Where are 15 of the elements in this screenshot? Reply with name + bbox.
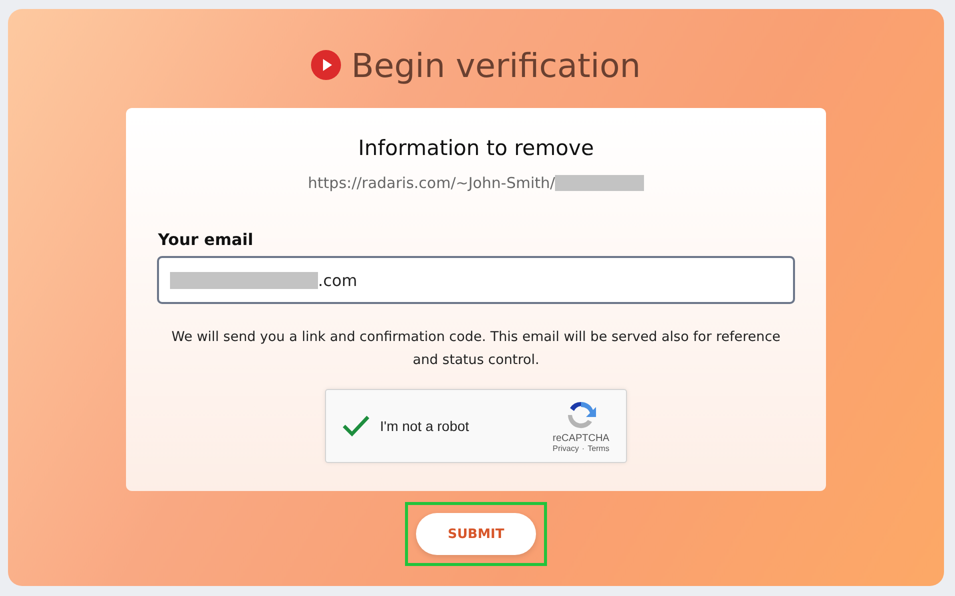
help-text: We will send you a link and confirmation code. This email will be served also for reference and status control. [171, 328, 781, 370]
play-icon [311, 50, 342, 80]
page-title: Begin verification [351, 46, 641, 84]
checkbox-label: I'm not a robot [380, 418, 470, 434]
submit-button[interactable]: SUBMIT [416, 513, 536, 555]
terms-link[interactable]: Terms [588, 444, 610, 453]
card-title: Information to remove [358, 135, 594, 162]
profile-url: https://radaris.com/~John-Smith/ [308, 174, 556, 192]
privacy-link[interactable]: Privacy [552, 444, 579, 453]
email-field[interactable]: .com [157, 256, 795, 304]
recaptcha-brand: reCAPTCHA [552, 433, 610, 444]
field-label: Your email [158, 230, 254, 249]
recaptcha-logo-icon [565, 399, 597, 431]
link-separator: · [582, 444, 585, 453]
checkmark-icon[interactable] [342, 415, 370, 437]
